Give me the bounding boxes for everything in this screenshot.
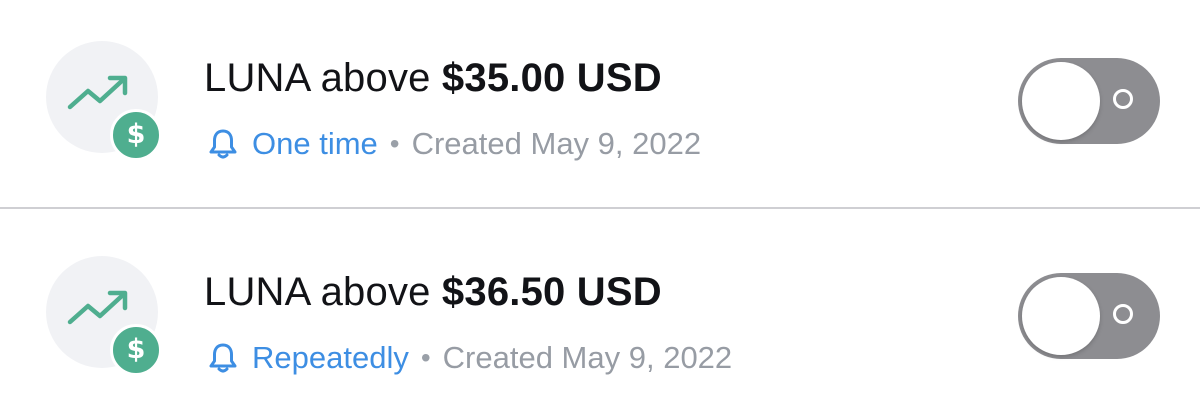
alert-frequency: One time xyxy=(252,126,378,161)
alert-row[interactable]: $ LUNA above $36.50 USD Repeatedly • Cre… xyxy=(0,209,1200,416)
toggle-knob xyxy=(1022,277,1100,355)
alert-price: $36.50 USD xyxy=(441,270,662,314)
alert-asset: LUNA above xyxy=(204,270,431,314)
separator-dot: • xyxy=(420,342,431,373)
toggle-knob xyxy=(1022,62,1100,140)
trend-up-icon xyxy=(67,290,128,325)
bell-icon xyxy=(209,129,237,159)
alert-toggle[interactable] xyxy=(1018,58,1160,144)
alert-meta: One time • Created May 9, 2022 xyxy=(206,126,701,162)
toggle-off-icon xyxy=(1113,304,1133,324)
dollar-badge-icon: $ xyxy=(110,324,162,376)
alert-asset: LUNA above xyxy=(204,56,431,100)
alert-icon: $ xyxy=(46,256,162,376)
dollar-badge-icon: $ xyxy=(110,109,162,161)
alert-row[interactable]: $ LUNA above $35.00 USD One time • Creat… xyxy=(0,0,1200,208)
alert-created-date: Created May 9, 2022 xyxy=(442,340,733,375)
separator-dot: • xyxy=(389,128,400,159)
bell-icon xyxy=(209,343,237,373)
trend-up-icon xyxy=(67,75,128,110)
alert-toggle[interactable] xyxy=(1018,273,1160,359)
price-alert-list: $ LUNA above $35.00 USD One time • Creat… xyxy=(0,0,1200,416)
toggle-off-icon xyxy=(1113,89,1133,109)
alert-title: LUNA above $36.50 USD xyxy=(204,270,662,315)
alert-frequency: Repeatedly xyxy=(252,340,409,375)
alert-title: LUNA above $35.00 USD xyxy=(204,56,662,101)
alert-price: $35.00 USD xyxy=(441,56,662,100)
alert-meta: Repeatedly • Created May 9, 2022 xyxy=(206,340,732,376)
alert-icon: $ xyxy=(46,41,162,161)
alert-created-date: Created May 9, 2022 xyxy=(411,126,702,161)
